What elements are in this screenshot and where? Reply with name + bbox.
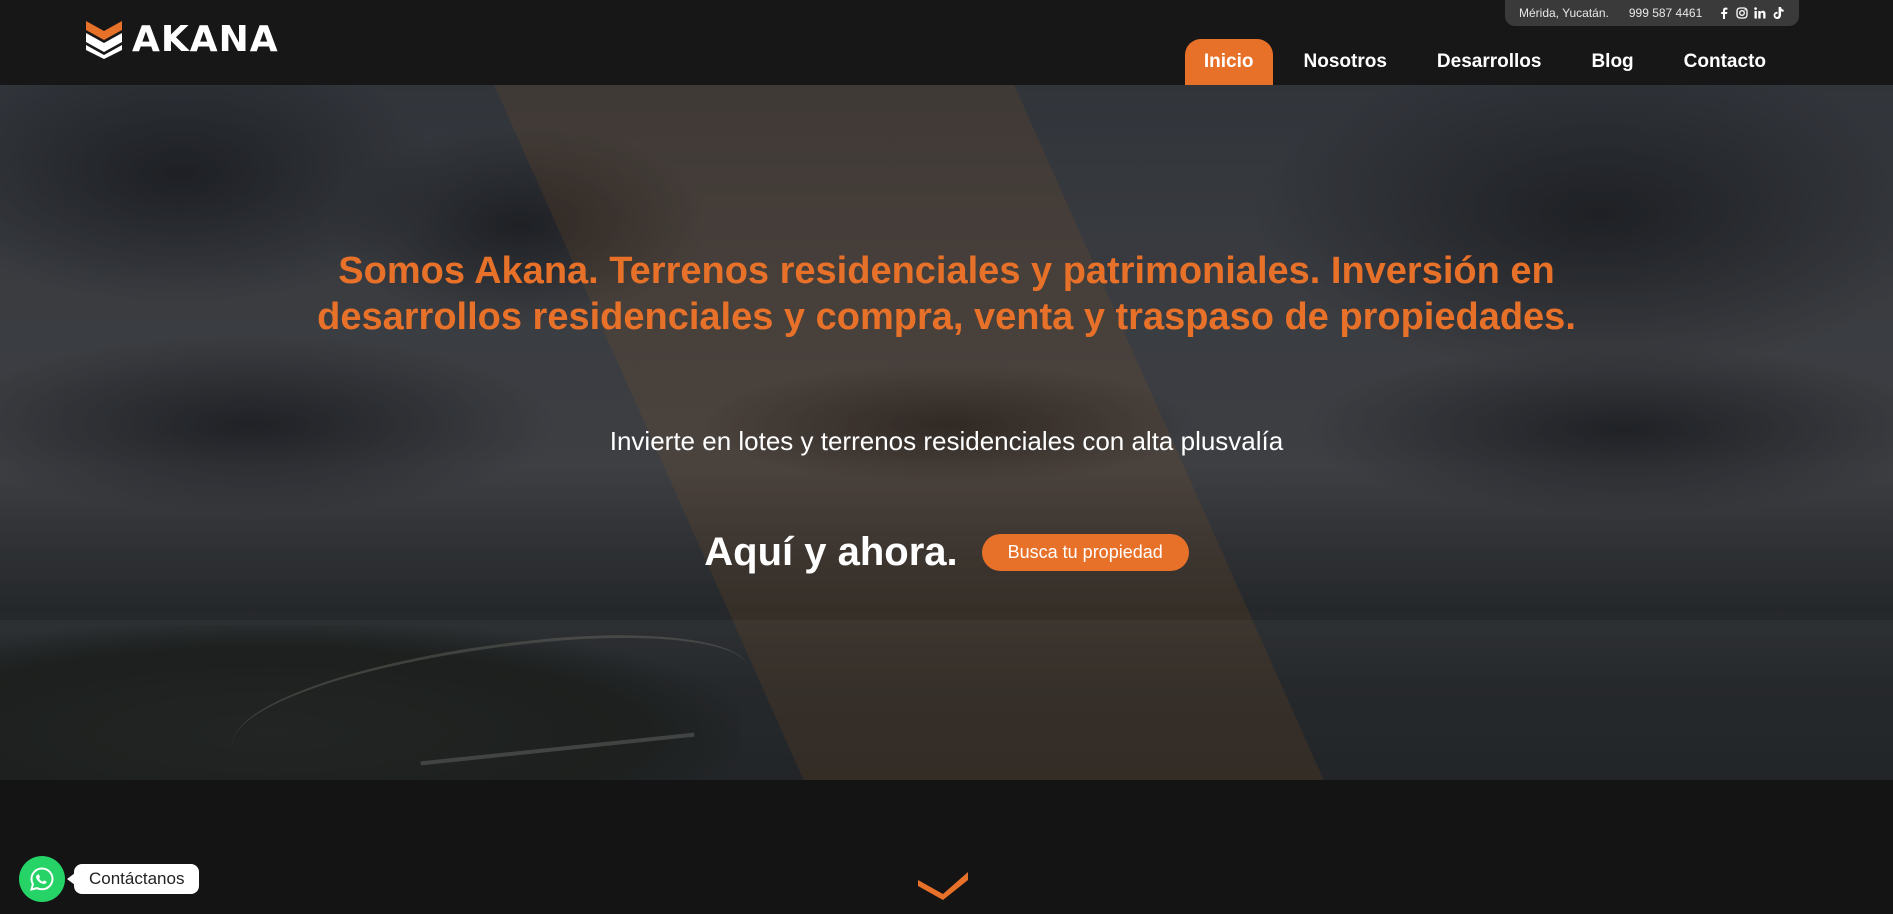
linkedin-icon[interactable] (1754, 7, 1766, 19)
hero-subline: Invierte en lotes y terrenos residencial… (609, 426, 1284, 456)
whatsapp-icon (30, 867, 54, 891)
main-nav: Inicio Nosotros Desarrollos Blog Contact… (1173, 39, 1785, 85)
location-text: Mérida, Yucatán. (1519, 6, 1609, 20)
facebook-icon[interactable] (1718, 7, 1730, 19)
site-header: AKANA Mérida, Yucatán. 999 587 4461 Inic… (0, 0, 1893, 85)
nav-item-nosotros[interactable]: Nosotros (1285, 39, 1406, 85)
chevron-down-icon[interactable] (918, 872, 968, 900)
brand-name: AKANA (132, 18, 279, 60)
search-property-button[interactable]: Busca tu propiedad (981, 534, 1189, 571)
nav-item-blog[interactable]: Blog (1572, 39, 1652, 85)
social-links (1718, 7, 1784, 19)
hero-section: Somos Akana. Terrenos residenciales y pa… (0, 85, 1893, 780)
hero-headline: Somos Akana. Terrenos residenciales y pa… (317, 250, 1576, 338)
phone-link[interactable]: 999 587 4461 (1629, 6, 1702, 20)
tiktok-icon[interactable] (1772, 7, 1784, 19)
cta-text: Aquí y ahora. (704, 530, 958, 574)
instagram-icon[interactable] (1736, 7, 1748, 19)
nav-item-desarrollos[interactable]: Desarrollos (1418, 39, 1561, 85)
akana-logo[interactable]: AKANA (86, 18, 279, 60)
whatsapp-label[interactable]: Contáctanos (66, 864, 200, 894)
akana-chevron-logo-icon (86, 21, 122, 59)
whatsapp-button[interactable] (19, 856, 65, 902)
hero-cta-row: Aquí y ahora. Busca tu propiedad (0, 530, 1893, 575)
contact-topbar: Mérida, Yucatán. 999 587 4461 (1505, 0, 1799, 26)
nav-item-inicio[interactable]: Inicio (1184, 39, 1273, 85)
nav-item-contacto[interactable]: Contacto (1665, 39, 1785, 85)
